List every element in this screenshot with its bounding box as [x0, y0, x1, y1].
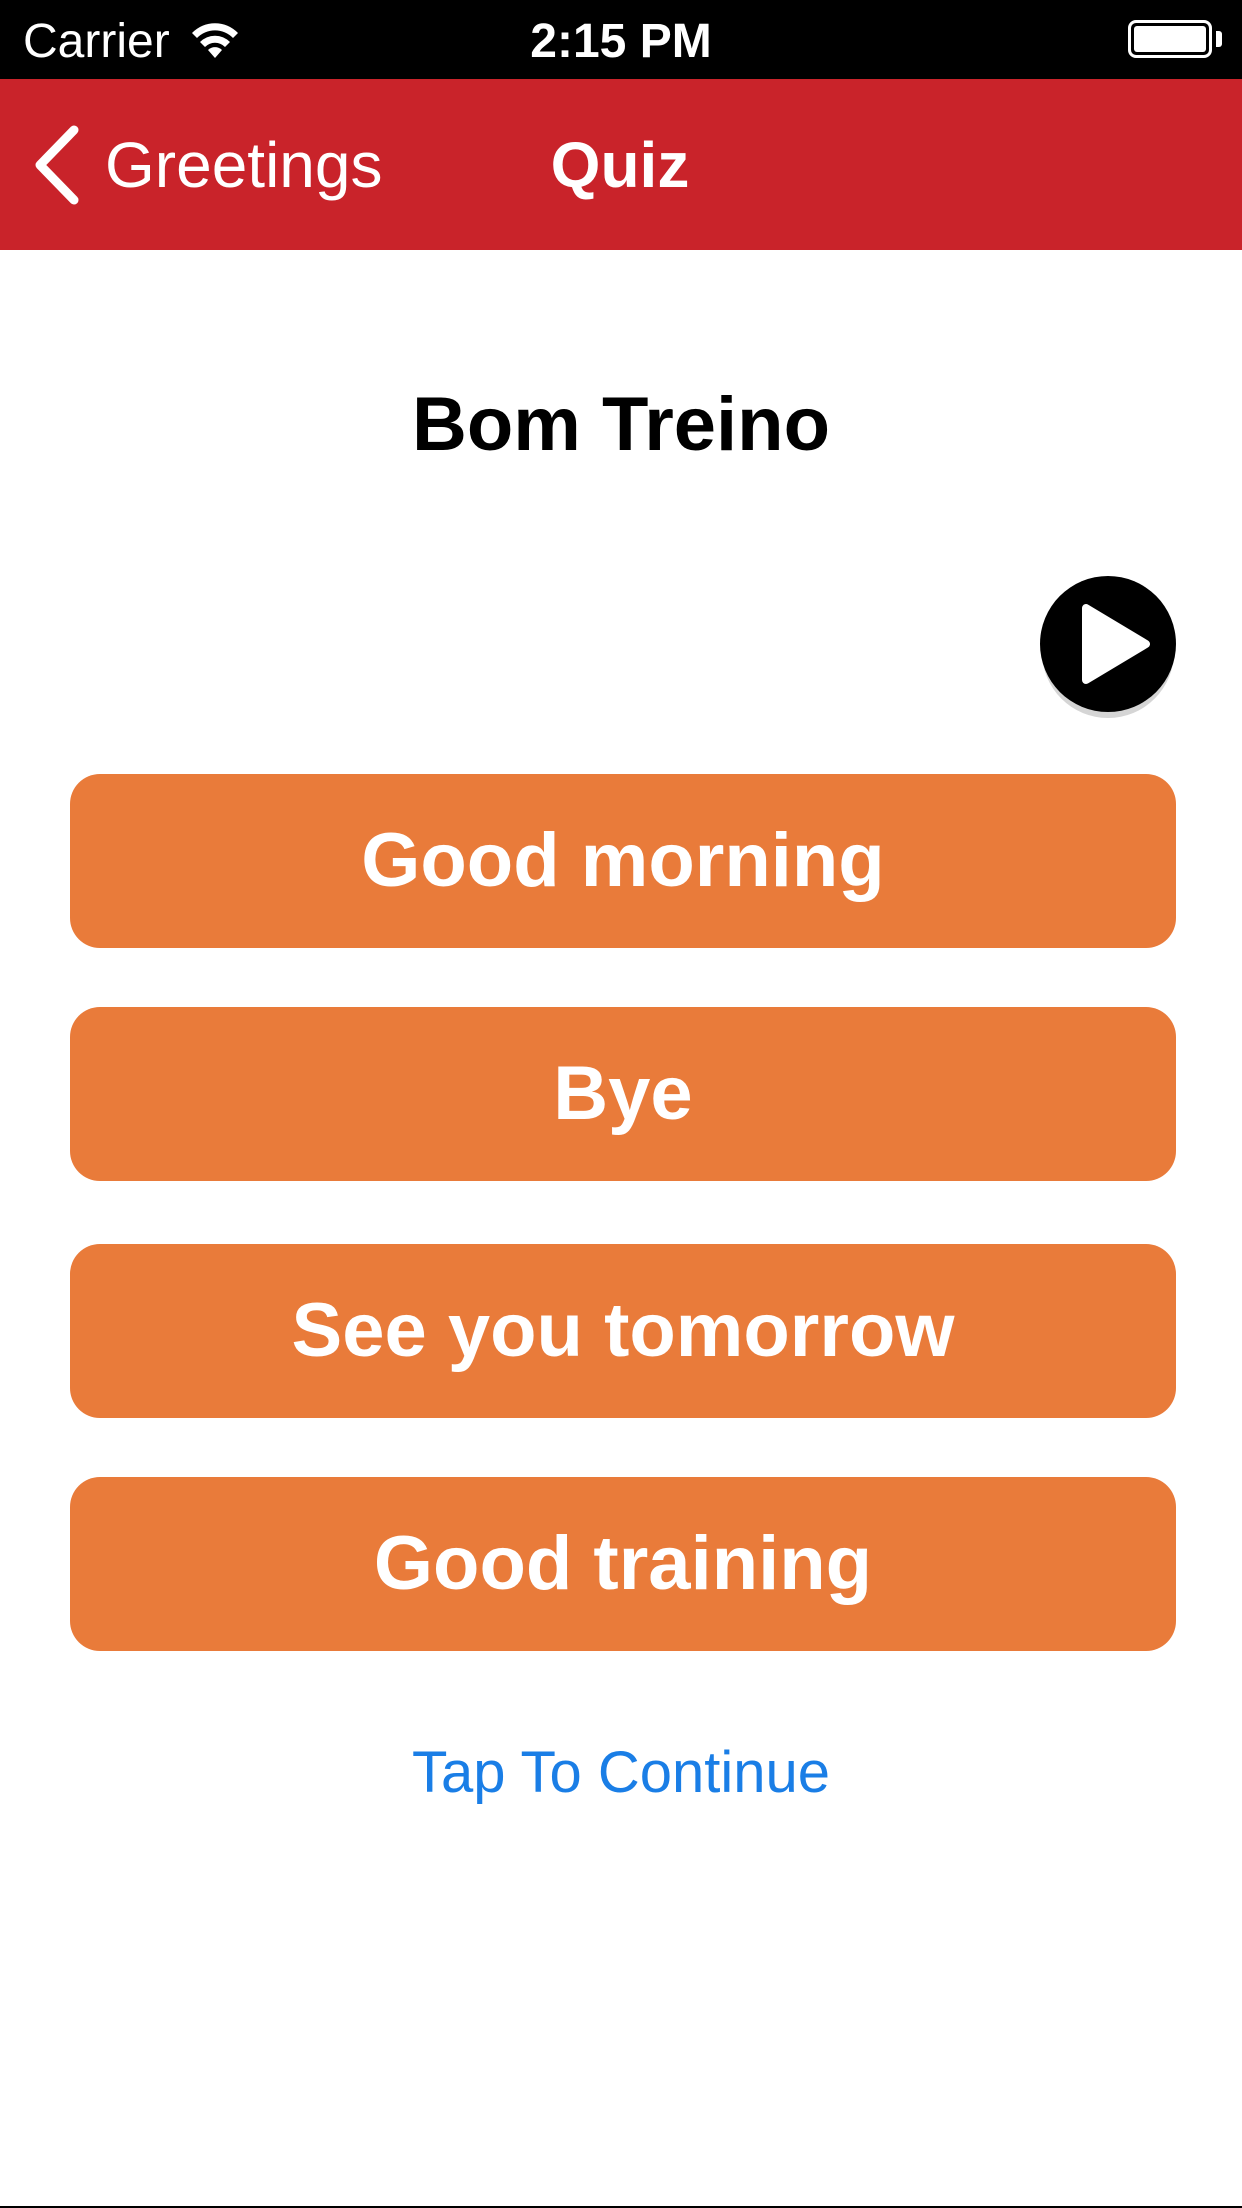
clock: 2:15 PM — [530, 15, 712, 68]
chevron-left-icon — [35, 125, 79, 205]
back-button-label: Greetings — [105, 129, 383, 201]
battery-icon — [1128, 20, 1212, 58]
answer-button-good-morning[interactable]: Good morning — [70, 774, 1176, 948]
battery-tip — [1216, 31, 1222, 47]
answer-button-good-training[interactable]: Good training — [70, 1477, 1176, 1651]
status-bar: Carrier 2:15 PM — [0, 0, 1242, 79]
page-title: Quiz — [550, 129, 690, 201]
play-icon[interactable] — [1038, 574, 1178, 720]
quiz-screen: Carrier 2:15 PM Greetings Quiz Bom Trein… — [0, 0, 1242, 2208]
question-text: Bom Treino — [411, 382, 831, 467]
answer-button-bye[interactable]: Bye — [70, 1007, 1176, 1181]
answer-button-see-you-tomorrow[interactable]: See you tomorrow — [70, 1244, 1176, 1418]
navigation-bar: Greetings Quiz — [0, 79, 1242, 250]
back-button[interactable]: Greetings — [0, 79, 420, 250]
tap-to-continue-link[interactable]: Tap To Continue — [0, 1738, 1242, 1808]
